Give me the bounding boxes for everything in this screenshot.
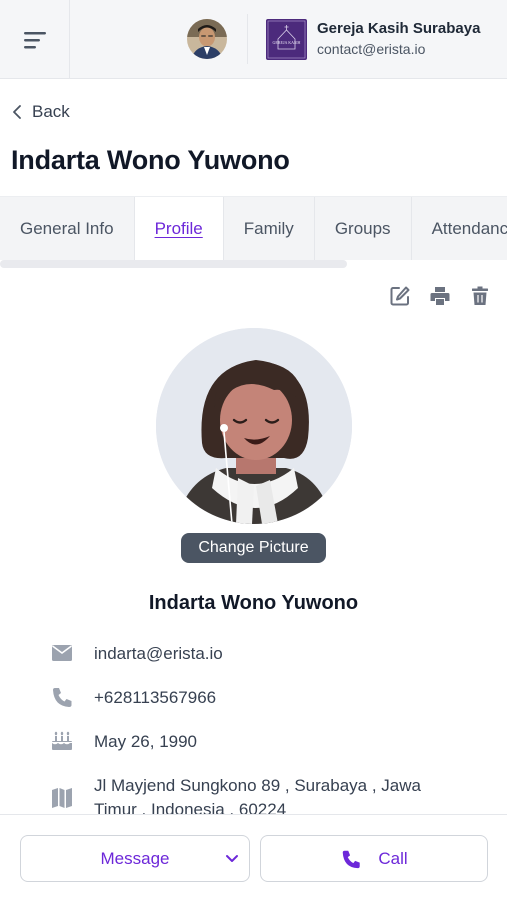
- chevron-left-icon: [13, 105, 21, 119]
- address-value[interactable]: Jl Mayjend Sungkono 89 , Surabaya , Jawa…: [94, 774, 449, 814]
- birthday-value: May 26, 1990: [94, 732, 198, 751]
- address-row: Jl Mayjend Sungkono 89 , Surabaya , Jawa…: [50, 774, 450, 814]
- tab-general-info[interactable]: General Info: [0, 197, 135, 260]
- hamburger-icon: [23, 31, 46, 48]
- header-divider: [247, 14, 248, 64]
- menu-button[interactable]: [0, 0, 70, 79]
- edit-icon[interactable]: [389, 285, 411, 307]
- user-avatar[interactable]: [187, 19, 227, 59]
- tab-attendance[interactable]: Attendance: [412, 197, 507, 260]
- back-button[interactable]: Back: [12, 102, 70, 122]
- change-picture-button[interactable]: Change Picture: [181, 533, 326, 563]
- email-row: indarta@erista.io: [50, 642, 223, 666]
- tab-profile[interactable]: Profile: [134, 197, 224, 260]
- birthday-row: May 26, 1990: [50, 730, 197, 754]
- map-icon: [52, 788, 72, 808]
- cake-icon: [52, 731, 72, 750]
- profile-actions: [389, 285, 491, 307]
- tab-groups[interactable]: Groups: [315, 197, 412, 260]
- org-email: contact@erista.io: [317, 41, 426, 57]
- org-name: Gereja Kasih Surabaya: [317, 20, 481, 37]
- back-label: Back: [32, 102, 70, 121]
- message-button[interactable]: Message: [20, 835, 250, 882]
- tab-family[interactable]: Family: [224, 197, 315, 260]
- phone-row: +628113567966: [50, 686, 216, 710]
- tab-scrollbar[interactable]: [0, 260, 347, 268]
- print-icon[interactable]: [429, 285, 451, 307]
- profile-picture[interactable]: [156, 328, 352, 524]
- tab-bar: General Info Profile Family Groups Atten…: [0, 196, 507, 260]
- chevron-down-icon[interactable]: [225, 851, 239, 867]
- logo-text: GEREJA KASIH: [273, 40, 301, 45]
- phone-icon: [53, 688, 72, 707]
- envelope-icon: [52, 645, 72, 661]
- bottom-action-bar: Message Call: [0, 814, 507, 900]
- phone-value[interactable]: +628113567966: [94, 686, 216, 710]
- address-clip: Jl Mayjend Sungkono 89 , Surabaya , Jawa…: [0, 770, 507, 814]
- call-button[interactable]: Call: [260, 835, 488, 882]
- trash-icon[interactable]: [469, 285, 491, 307]
- phone-icon: [343, 850, 361, 868]
- church-logo[interactable]: GEREJA KASIH: [266, 19, 307, 60]
- email-value[interactable]: indarta@erista.io: [94, 642, 223, 666]
- page-title: Indarta Wono Yuwono: [11, 145, 290, 175]
- profile-name: Indarta Wono Yuwono: [148, 592, 359, 614]
- call-label: Call: [378, 848, 408, 868]
- message-label: Message: [100, 848, 170, 868]
- top-bar: GEREJA KASIH Gereja Kasih Surabaya conta…: [0, 0, 507, 79]
